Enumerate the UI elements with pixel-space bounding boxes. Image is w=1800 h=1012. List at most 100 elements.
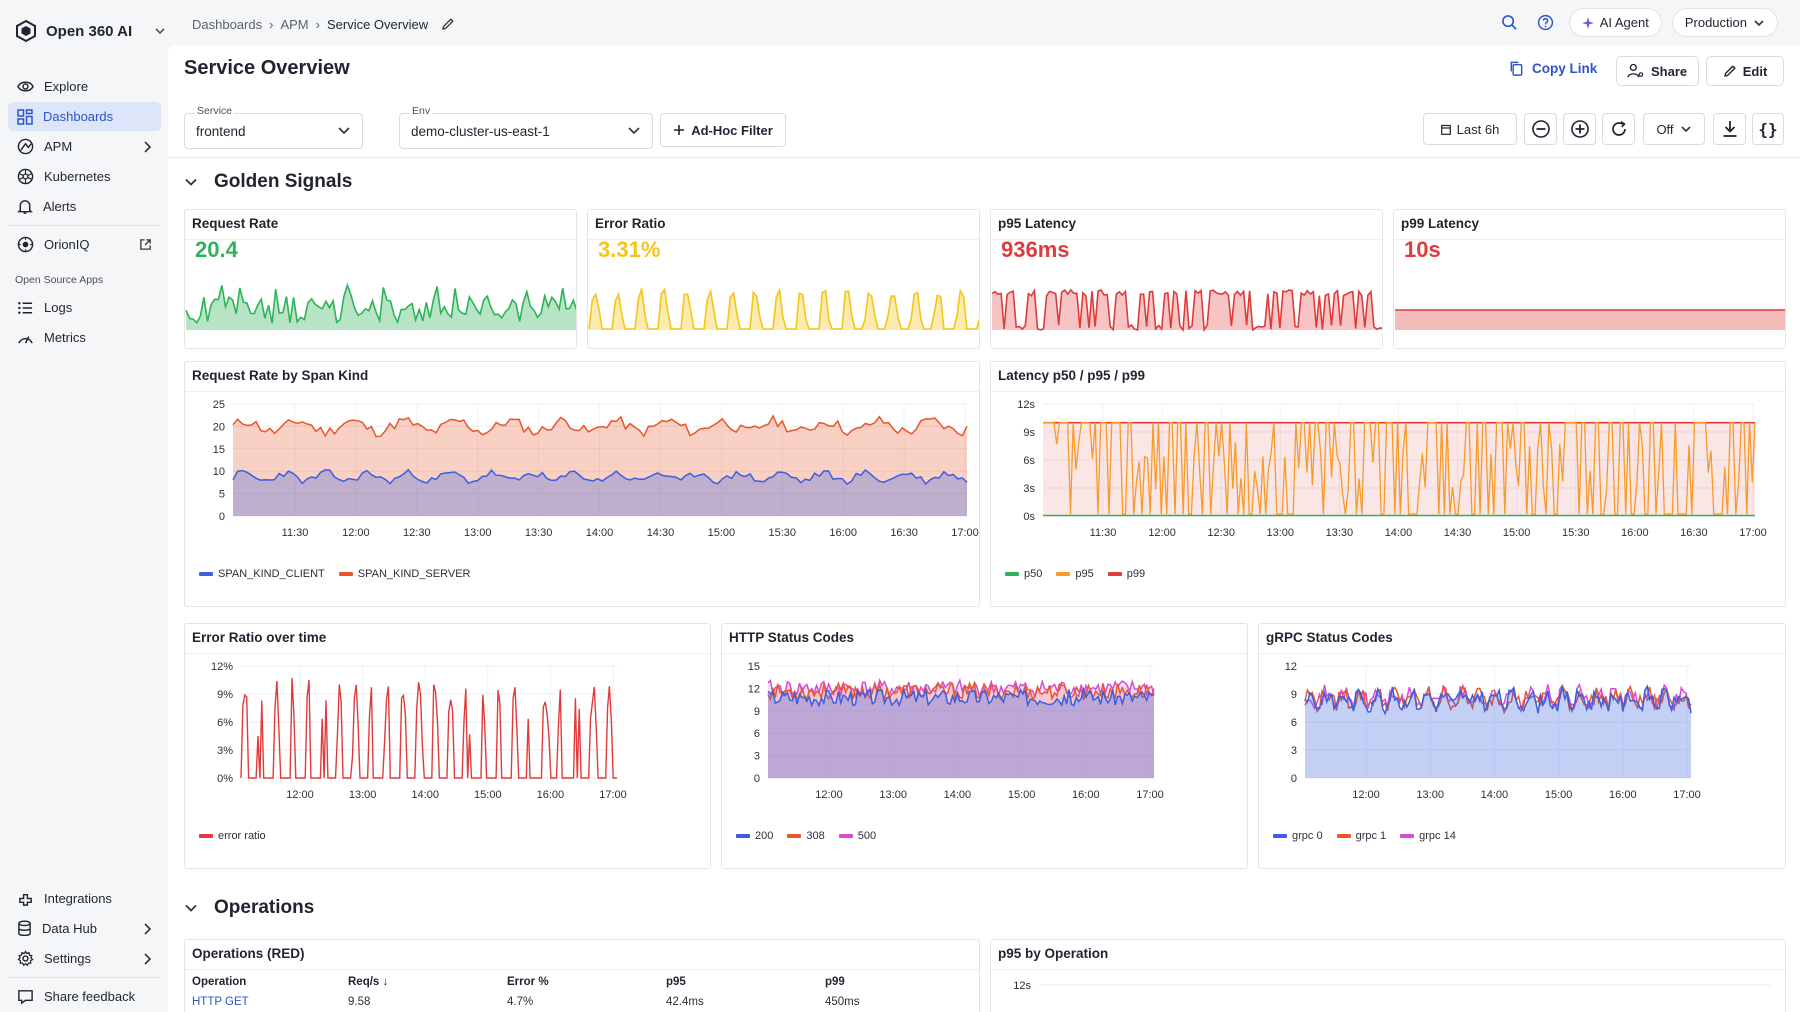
download-button[interactable] — [1713, 113, 1746, 145]
sparkline-line — [588, 287, 979, 330]
sidebar-item-logs[interactable]: Logs — [8, 293, 161, 322]
refresh-icon — [1611, 121, 1626, 136]
sidebar-item-data-hub[interactable]: Data Hub — [8, 914, 161, 943]
legend-label: SPAN_KIND_CLIENT — [218, 568, 325, 580]
column-header-p95[interactable]: p95 — [666, 976, 686, 988]
panel-operations-red[interactable]: Operations (RED) Operation Req/s ↓ Error… — [184, 939, 980, 1012]
refresh-interval-select[interactable]: Off — [1643, 113, 1705, 145]
share-user-icon — [1627, 63, 1644, 78]
stat-panel-request-rate[interactable]: Request Rate 20.4 — [184, 209, 577, 349]
series-line — [240, 677, 617, 779]
legend-swatch — [199, 834, 213, 838]
sidebar-item-metrics[interactable]: Metrics — [8, 323, 161, 352]
ad-hoc-filter-button[interactable]: Ad-Hoc Filter — [660, 113, 786, 147]
table-cell: 42.4ms — [666, 996, 704, 1008]
x-tick-label: 14:00 — [1481, 789, 1509, 801]
braces-icon: {} — [1758, 119, 1778, 139]
sidebar-item-label: Data Hub — [42, 921, 97, 936]
breadcrumb-dashboards[interactable]: Dashboards — [192, 17, 262, 32]
sidebar-item-kubernetes[interactable]: Kubernetes — [8, 162, 161, 191]
stat-panel-error-ratio[interactable]: Error Ratio 3.31% — [587, 209, 980, 349]
sidebar-item-integrations[interactable]: Integrations — [8, 884, 161, 913]
legend-item[interactable]: p50 — [1005, 568, 1042, 580]
x-tick-label: 15:30 — [769, 527, 797, 539]
service-variable-select[interactable]: frontend — [184, 113, 363, 149]
x-tick-label: 13:00 — [349, 789, 377, 801]
operation-link[interactable]: HTTP GET — [192, 996, 249, 1008]
sidebar-item-explore[interactable]: Explore — [8, 72, 161, 101]
legend-item[interactable]: p95 — [1056, 568, 1094, 580]
x-tick-label: 16:00 — [1609, 789, 1637, 801]
sidebar-item-apm[interactable]: APM — [8, 132, 161, 161]
app-switcher[interactable]: Open 360 AI — [14, 16, 166, 46]
legend-item[interactable]: grpc 0 — [1273, 830, 1323, 842]
legend-item[interactable]: SPAN_KIND_SERVER — [338, 568, 470, 580]
legend-label: 500 — [857, 830, 877, 842]
panel-latency-percentiles[interactable]: Latency p50 / p95 / p99 0s 3s 6s 9s 12s 11:30… — [990, 361, 1786, 607]
legend-item[interactable]: 500 — [838, 830, 877, 842]
env-variable-select[interactable]: demo-cluster-us-east-1 — [399, 113, 653, 149]
sidebar-item-settings[interactable]: Settings — [8, 944, 161, 973]
x-tick-label: 14:00 — [586, 527, 614, 539]
share-button[interactable]: Share — [1616, 56, 1699, 86]
environment-selector[interactable]: Production — [1671, 8, 1778, 37]
chevron-down-icon — [1754, 19, 1764, 26]
y-tick-label: 0 — [754, 773, 760, 785]
refresh-interval-label: Off — [1656, 121, 1674, 137]
legend-item[interactable]: grpc 14 — [1400, 830, 1456, 842]
panel-p95-by-operation[interactable]: p95 by Operation 12s — [990, 939, 1786, 1012]
panel-http-status-codes[interactable]: HTTP Status Codes 0 3 6 9 12 15 12:00 13:00 14:0… — [721, 623, 1248, 869]
panel-request-rate-by-span-kind[interactable]: Request Rate by Span Kind 0 5 10 15 20 25 11:3… — [184, 361, 980, 607]
orion-icon — [17, 236, 34, 253]
legend-item[interactable]: error ratio — [199, 830, 266, 842]
logo-icon — [16, 19, 36, 43]
column-header-p99[interactable]: p99 — [825, 976, 845, 988]
gear-icon — [17, 950, 34, 967]
x-tick-label: 14:00 — [944, 789, 972, 801]
legend-item[interactable]: p99 — [1107, 568, 1145, 580]
legend-swatch — [1005, 572, 1019, 576]
section-operations[interactable]: Operations — [184, 897, 314, 919]
panel-grpc-status-codes[interactable]: gRPC Status Codes 0 3 6 9 12 12:00 13:00 14:00 1… — [1258, 623, 1786, 869]
stat-panel-p95-latency[interactable]: p95 Latency 936ms — [990, 209, 1383, 349]
environment-label: Production — [1684, 15, 1747, 30]
legend-item[interactable]: grpc 1 — [1336, 830, 1386, 842]
chart-p95-by-operation: 12s — [1013, 980, 1771, 992]
zoom-out-button[interactable] — [1524, 113, 1557, 145]
edit-button[interactable]: Edit — [1706, 56, 1784, 86]
json-model-button[interactable]: {} — [1752, 113, 1784, 145]
breadcrumb-apm[interactable]: APM — [280, 17, 308, 32]
copy-link-button[interactable]: Copy Link — [1508, 60, 1597, 77]
x-tick-label: 17:00 — [1673, 789, 1701, 801]
x-tick-label: 13:00 — [1416, 789, 1444, 801]
pencil-icon[interactable] — [441, 17, 455, 31]
column-header-req-s[interactable]: Req/s ↓ — [348, 976, 388, 988]
column-header-operation[interactable]: Operation — [192, 976, 246, 988]
search-button[interactable] — [1497, 10, 1523, 36]
column-header-error-pct[interactable]: Error % — [507, 976, 549, 988]
x-tick-label: 16:00 — [829, 527, 857, 539]
time-range-picker[interactable]: Last 6h — [1423, 113, 1517, 145]
refresh-button[interactable] — [1602, 113, 1635, 145]
chart-legend: error ratio — [199, 830, 266, 842]
section-golden-signals[interactable]: Golden Signals — [184, 171, 352, 193]
ai-agent-button[interactable]: AI Agent — [1568, 8, 1662, 37]
stat-panel-p99-latency[interactable]: p99 Latency 10s — [1393, 209, 1786, 349]
sidebar-item-share-feedback[interactable]: Share feedback — [8, 982, 161, 1011]
zoom-in-button[interactable] — [1563, 113, 1596, 145]
y-tick-label: 3% — [217, 745, 233, 757]
search-icon — [1502, 15, 1517, 30]
legend-item[interactable]: SPAN_KIND_CLIENT — [199, 568, 325, 580]
panel-error-ratio-over-time[interactable]: Error Ratio over time 0% 3% 6% 9% 12% 12:00 13… — [184, 623, 711, 869]
help-button[interactable] — [1533, 10, 1559, 36]
sparkline-p95-latency — [991, 288, 1382, 333]
zoom-in-icon — [1570, 120, 1589, 138]
sidebar-item-orioniq[interactable]: OrionIQ — [8, 230, 161, 259]
x-tick-label: 16:00 — [537, 789, 565, 801]
sidebar-item-alerts[interactable]: Alerts — [8, 192, 161, 221]
legend-item[interactable]: 200 — [736, 830, 773, 842]
sidebar-item-dashboards[interactable]: Dashboards — [8, 102, 161, 131]
legend-item[interactable]: 308 — [787, 830, 825, 842]
section-title: Golden Signals — [214, 171, 353, 192]
x-tick-label: 14:30 — [1444, 527, 1472, 539]
